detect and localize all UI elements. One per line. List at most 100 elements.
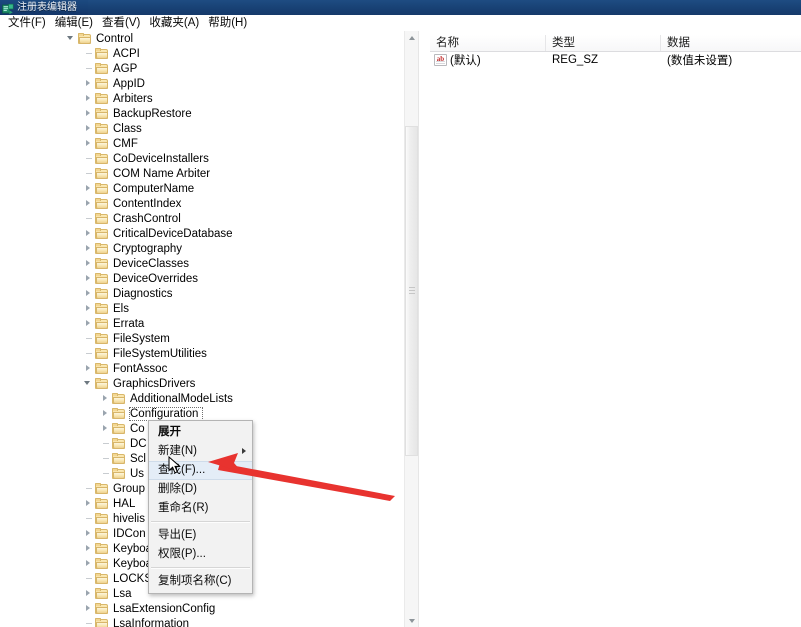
tree-item-criticaldevicedatabase[interactable]: CriticalDeviceDatabase — [0, 226, 405, 241]
tree-item-appid[interactable]: AppID — [0, 76, 405, 91]
tree-item-codeviceinstallers[interactable]: CoDeviceInstallers — [0, 151, 405, 166]
tree-vertical-scrollbar[interactable] — [404, 31, 418, 627]
chevron-down-icon[interactable] — [83, 378, 94, 389]
ctx-export[interactable]: 导出(E) — [149, 526, 252, 545]
tree-item-crashcontrol[interactable]: CrashControl — [0, 211, 405, 226]
chevron-right-icon[interactable] — [83, 198, 94, 209]
chevron-right-icon[interactable] — [83, 363, 94, 374]
scroll-up-button[interactable] — [405, 31, 418, 44]
folder-icon — [95, 572, 109, 585]
tree-item-label: IDCon — [113, 527, 146, 540]
ctx-copy-key-name[interactable]: 复制项名称(C) — [149, 572, 252, 591]
chevron-right-icon[interactable] — [83, 303, 94, 314]
context-menu[interactable]: 展开 新建(N) 查找(F)... 删除(D) 重命名(R) 导出(E) 权限(P)... 复… — [148, 420, 253, 594]
chevron-right-icon[interactable] — [83, 603, 94, 614]
chevron-right-icon[interactable] — [83, 558, 94, 569]
folder-icon — [95, 47, 109, 60]
chevron-right-icon[interactable] — [83, 183, 94, 194]
table-row[interactable]: ab (默认) REG_SZ (数值未设置) — [430, 52, 801, 68]
tree-item-label: FileSystem — [113, 332, 170, 345]
tree-item-class[interactable]: Class — [0, 121, 405, 136]
folder-icon — [112, 452, 126, 465]
scrollbar-thumb[interactable] — [405, 126, 418, 456]
chevron-right-icon[interactable] — [100, 423, 111, 434]
ctx-new[interactable]: 新建(N) — [149, 442, 252, 461]
context-menu-item-label: 重命名(R) — [158, 502, 209, 514]
menu-favorites[interactable]: 收藏夹(A) — [145, 15, 204, 31]
tree-item-configuration[interactable]: Configuration — [0, 406, 405, 421]
tree-item-agp[interactable]: AGP — [0, 61, 405, 76]
tree-item-contentindex[interactable]: ContentIndex — [0, 196, 405, 211]
tree-item-diagnostics[interactable]: Diagnostics — [0, 286, 405, 301]
tree-item-cryptography[interactable]: Cryptography — [0, 241, 405, 256]
chevron-right-icon[interactable] — [83, 78, 94, 89]
ctx-expand[interactable]: 展开 — [149, 423, 252, 442]
chevron-right-icon[interactable] — [83, 273, 94, 284]
tree-item-filesystem[interactable]: FileSystem — [0, 331, 405, 346]
tree-item-label: CriticalDeviceDatabase — [113, 227, 233, 240]
tree-item-computername[interactable]: ComputerName — [0, 181, 405, 196]
window-title: 注册表编辑器 — [17, 1, 77, 13]
chevron-right-icon[interactable] — [100, 408, 111, 419]
tree-item-label: CrashControl — [113, 212, 181, 225]
context-menu-item-label: 权限(P)... — [158, 548, 206, 560]
scroll-down-button[interactable] — [405, 614, 418, 627]
chevron-right-icon[interactable] — [83, 588, 94, 599]
tree-item-additionalmodelists[interactable]: AdditionalModeLists — [0, 391, 405, 406]
tree-item-fontassoc[interactable]: FontAssoc — [0, 361, 405, 376]
column-header-data[interactable]: 数据 — [661, 35, 801, 51]
tree-item-filesystemutilities[interactable]: FileSystemUtilities — [0, 346, 405, 361]
tree-item-els[interactable]: Els — [0, 301, 405, 316]
tree-item-lsainformation[interactable]: LsaInformation — [0, 616, 405, 627]
tree-item-label: Arbiters — [113, 92, 153, 105]
chevron-right-icon[interactable] — [83, 228, 94, 239]
tree-item-backuprestore[interactable]: BackupRestore — [0, 106, 405, 121]
ctx-permissions[interactable]: 权限(P)... — [149, 545, 252, 564]
chevron-right-icon[interactable] — [83, 318, 94, 329]
menu-file[interactable]: 文件(F) — [4, 15, 51, 31]
tree-item-cmf[interactable]: CMF — [0, 136, 405, 151]
title-bar: 注册表编辑器 — [0, 0, 801, 15]
menu-edit[interactable]: 编辑(E) — [51, 15, 98, 31]
tree-item-deviceoverrides[interactable]: DeviceOverrides — [0, 271, 405, 286]
tree-item-com-name-arbiter[interactable]: COM Name Arbiter — [0, 166, 405, 181]
chevron-right-icon[interactable] — [83, 243, 94, 254]
folder-icon — [95, 317, 109, 330]
values-list-pane: 名称 类型 数据 ab (默认) REG_SZ (数值未设置) — [430, 31, 801, 627]
chevron-right-icon[interactable] — [83, 93, 94, 104]
chevron-right-icon[interactable] — [100, 393, 111, 404]
tree-item-label: Group — [113, 482, 145, 495]
column-header-type[interactable]: 类型 — [546, 35, 661, 51]
tree-item-control[interactable]: Control — [0, 31, 405, 46]
tree-item-lsaextensionconfig[interactable]: LsaExtensionConfig — [0, 601, 405, 616]
chevron-right-icon[interactable] — [83, 528, 94, 539]
column-header-name[interactable]: 名称 — [430, 35, 546, 51]
menu-help[interactable]: 帮助(H) — [204, 15, 252, 31]
tree-item-label: Errata — [113, 317, 145, 330]
context-menu-item-label: 导出(E) — [158, 529, 197, 541]
chevron-right-icon[interactable] — [83, 288, 94, 299]
tree-item-label: GraphicsDrivers — [113, 377, 196, 390]
ctx-rename[interactable]: 重命名(R) — [149, 499, 252, 518]
tree-leaf-marker — [83, 153, 94, 164]
folder-icon — [95, 212, 109, 225]
tree-item-acpi[interactable]: ACPI — [0, 46, 405, 61]
tree-item-graphicsdrivers[interactable]: GraphicsDrivers — [0, 376, 405, 391]
title-bar-left: 注册表编辑器 — [0, 0, 88, 15]
ctx-find[interactable]: 查找(F)... — [149, 461, 252, 480]
chevron-right-icon[interactable] — [83, 258, 94, 269]
ctx-delete[interactable]: 删除(D) — [149, 480, 252, 499]
chevron-right-icon[interactable] — [83, 138, 94, 149]
tree-item-arbiters[interactable]: Arbiters — [0, 91, 405, 106]
tree-item-label: FileSystemUtilities — [113, 347, 207, 360]
tree-item-errata[interactable]: Errata — [0, 316, 405, 331]
chevron-right-icon[interactable] — [83, 543, 94, 554]
value-data-cell: (数值未设置) — [667, 55, 733, 67]
chevron-right-icon[interactable] — [83, 108, 94, 119]
tree-item-deviceclasses[interactable]: DeviceClasses — [0, 256, 405, 271]
menu-view[interactable]: 查看(V) — [98, 15, 145, 31]
chevron-right-icon[interactable] — [83, 498, 94, 509]
chevron-down-icon[interactable] — [66, 33, 77, 44]
chevron-right-icon[interactable] — [83, 123, 94, 134]
tree-item-label: Diagnostics — [113, 287, 173, 300]
